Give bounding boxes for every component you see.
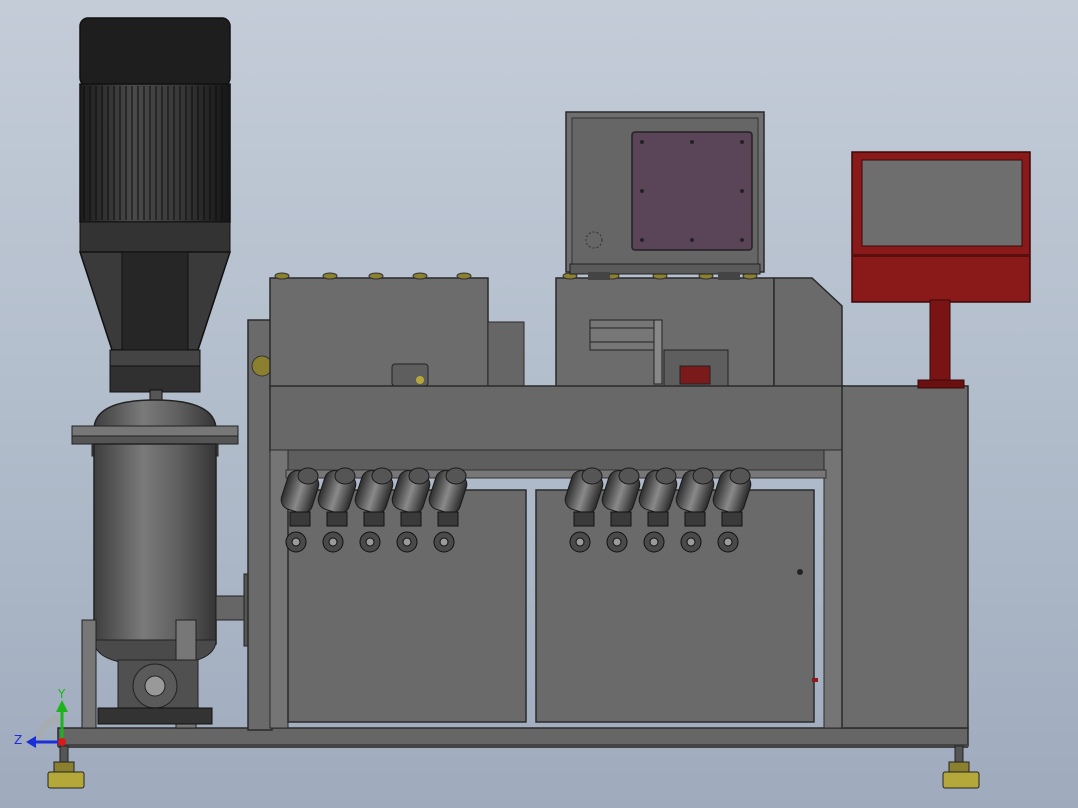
machine-assembly-drawing: Y Z — [14, 17, 1031, 789]
base-frame — [57, 727, 969, 748]
z-axis-label: Z — [14, 733, 22, 747]
top-bolt — [456, 272, 472, 280]
leveling-foot-right — [942, 745, 980, 789]
hmi-panel — [851, 151, 1031, 389]
leveling-foot-left — [47, 745, 85, 789]
axis-triad: Y Z — [14, 687, 68, 748]
y-axis-label: Y — [57, 687, 66, 701]
side-panel — [247, 319, 273, 731]
cad-viewport[interactable]: Y Z — [0, 0, 1078, 808]
x-axis-origin — [58, 738, 66, 746]
top-bolt — [368, 272, 384, 280]
top-bolt — [274, 272, 290, 280]
top-bolt — [412, 272, 428, 280]
control-box — [565, 111, 765, 280]
vertical-motor — [78, 17, 232, 405]
pressure-tank — [71, 399, 255, 729]
top-bolt — [322, 272, 338, 280]
